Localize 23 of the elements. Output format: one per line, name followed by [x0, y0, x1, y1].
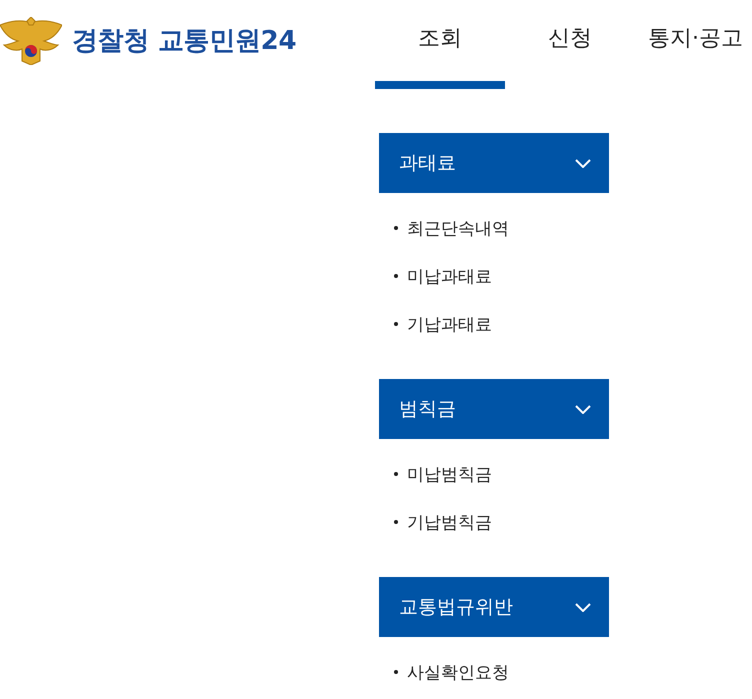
chevron-down-icon [575, 404, 591, 414]
bullet-icon [394, 226, 398, 230]
logo-text[interactable]: 경찰청 교통민원24 [72, 24, 296, 56]
submenu-link[interactable]: 기납과태료 [379, 300, 492, 348]
bullet-icon [394, 520, 398, 524]
accordion-header[interactable]: 과태료 [379, 133, 609, 193]
nav-tab[interactable]: 통지·공고 [635, 0, 743, 89]
submenu-link[interactable]: 미납과태료 [379, 252, 492, 300]
nav-tab[interactable]: 조회 [375, 0, 505, 89]
bullet-icon [394, 670, 398, 674]
submenu-link[interactable]: 기납범칙금 [379, 498, 492, 546]
chevron-down-icon [575, 602, 591, 612]
bullet-icon [394, 472, 398, 476]
submenu-link[interactable]: 사실확인요청 [379, 648, 509, 696]
accordion-header[interactable]: 교통법규위반 [379, 577, 609, 637]
bullet-icon [394, 274, 398, 278]
submenu-link[interactable]: 최근단속내역 [379, 204, 509, 252]
bullet-icon [394, 322, 398, 326]
eagle-emblem-icon [0, 16, 62, 64]
accordion-header[interactable]: 범칙금 [379, 379, 609, 439]
submenu-link[interactable]: 미납범칙금 [379, 450, 492, 498]
chevron-down-icon [575, 158, 591, 168]
nav-tab[interactable]: 신청 [505, 0, 635, 89]
